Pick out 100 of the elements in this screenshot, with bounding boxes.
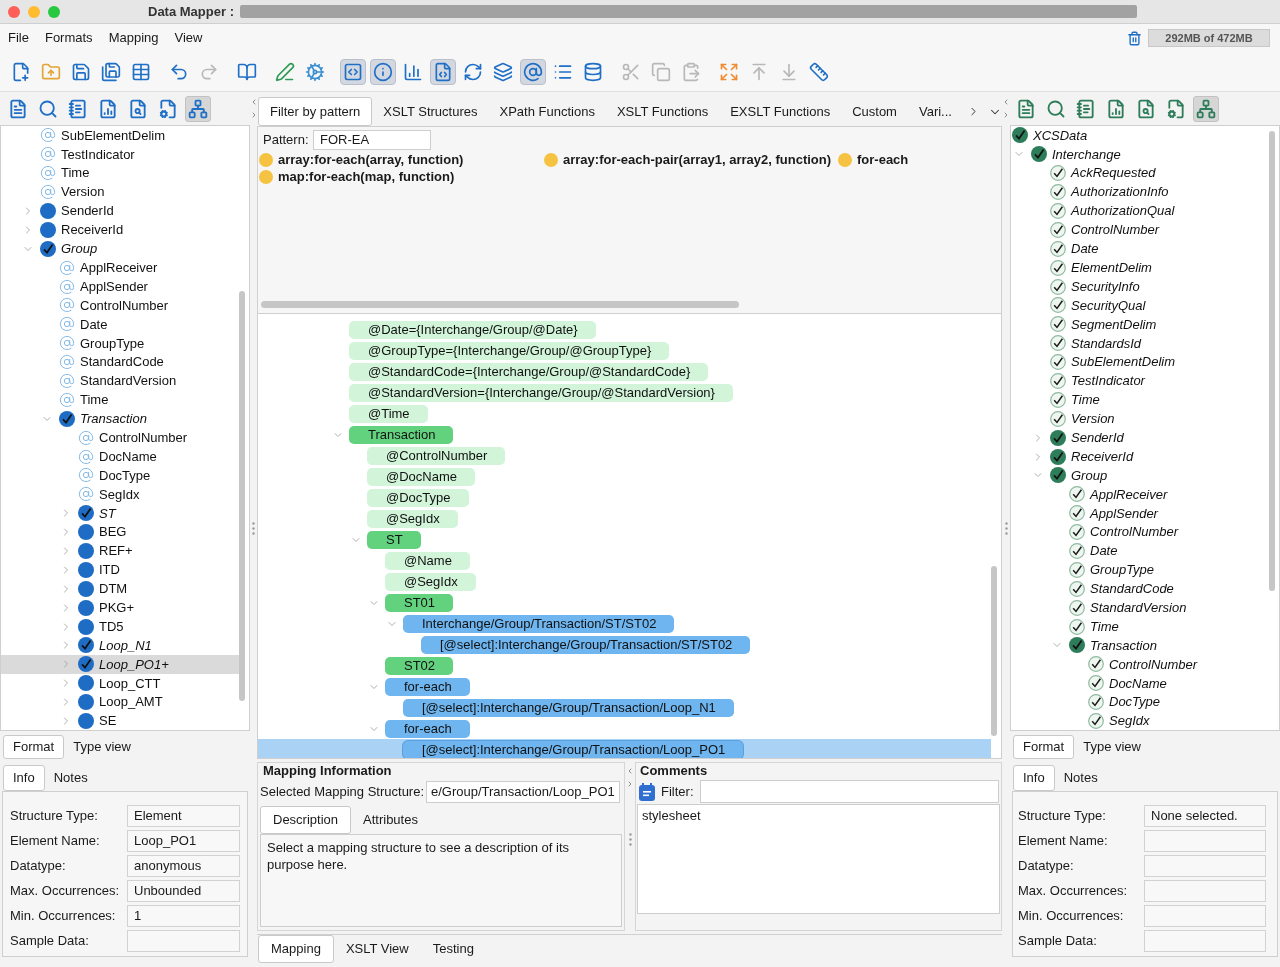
tree-item[interactable]: SecurityQual bbox=[1011, 296, 1269, 315]
tree-item[interactable]: Group bbox=[1, 239, 239, 259]
tree-item[interactable]: GroupType bbox=[1, 333, 239, 353]
tree-item[interactable]: Time bbox=[1, 163, 239, 183]
toolbar-button[interactable] bbox=[340, 58, 366, 85]
tree-item[interactable]: Date bbox=[1, 314, 239, 334]
tree-item[interactable]: ApplReceiver bbox=[1, 258, 239, 278]
minimize-icon[interactable] bbox=[28, 5, 40, 18]
text-field[interactable] bbox=[1144, 905, 1266, 927]
tree-item[interactable]: SenderId bbox=[1011, 428, 1269, 448]
tree-item[interactable]: ReceiverId bbox=[1011, 447, 1269, 467]
tree-item[interactable]: Group bbox=[1011, 466, 1269, 485]
tree-item[interactable]: Transaction bbox=[1, 409, 239, 429]
tree-item[interactable]: PKG+ bbox=[1, 598, 239, 618]
attribute-node[interactable]: @StandardCode={Interchange/Group/@StandardCode} bbox=[349, 362, 709, 381]
instruction-node[interactable]: [@select]:Interchange/Group/Transaction/Loop_N1 bbox=[403, 698, 734, 717]
tree-item[interactable]: SE bbox=[1, 711, 239, 730]
text-field[interactable]: e/Group/Transaction/Loop_PO1 bbox=[426, 781, 620, 803]
text-field[interactable]: None selected. bbox=[1144, 805, 1266, 827]
tab[interactable]: Info bbox=[1013, 765, 1055, 791]
menu-item[interactable]: Formats bbox=[36, 24, 101, 52]
tab[interactable]: Format bbox=[3, 735, 65, 759]
panel-tool-button[interactable] bbox=[185, 95, 211, 122]
tree-item[interactable]: BEG bbox=[1, 522, 239, 542]
text-field[interactable]: FOR-EA bbox=[313, 130, 431, 150]
tree-item[interactable]: SenderId bbox=[1, 201, 239, 221]
tree-item[interactable]: DocName bbox=[1011, 673, 1269, 693]
grip-icon[interactable] bbox=[1004, 522, 1008, 535]
tree-item[interactable]: DTM bbox=[1, 579, 239, 599]
tree-item[interactable]: Loop_PO1+ bbox=[1, 654, 239, 674]
tree-item[interactable]: GroupType bbox=[1011, 560, 1269, 580]
tree-item[interactable]: Loop_CTT bbox=[1, 673, 239, 693]
attribute-node[interactable]: @DocName bbox=[367, 467, 475, 486]
tree-item[interactable]: ControlNumber bbox=[1011, 654, 1269, 674]
text-field[interactable] bbox=[1144, 830, 1266, 852]
tab[interactable]: XSLT Functions bbox=[605, 97, 720, 126]
tree-item[interactable]: ControlNumber bbox=[1011, 522, 1269, 542]
tab[interactable]: Notes bbox=[44, 765, 97, 791]
tab[interactable]: Mapping bbox=[258, 935, 334, 963]
tree-item[interactable]: ApplSender bbox=[1, 277, 239, 296]
tree-item[interactable]: ITD bbox=[1, 560, 239, 580]
chevron-right-icon[interactable] bbox=[626, 779, 634, 789]
tab[interactable]: Info bbox=[3, 765, 45, 791]
instruction-node[interactable]: for-each bbox=[385, 677, 470, 696]
text-field[interactable] bbox=[127, 930, 240, 952]
function-list-item[interactable]: array:for-each-pair(array1, array2, function) bbox=[563, 149, 832, 170]
grip-icon[interactable] bbox=[628, 833, 632, 846]
tree-item[interactable]: ReceiverId bbox=[1, 220, 239, 240]
tree-item[interactable]: ElementDelim bbox=[1011, 258, 1269, 278]
trash-icon[interactable] bbox=[1127, 30, 1142, 46]
tree-item[interactable]: DocType bbox=[1011, 692, 1269, 712]
attribute-node[interactable]: @Date={Interchange/Group/@Date} bbox=[349, 320, 596, 339]
tree-item[interactable]: SubElementDelim bbox=[1, 126, 239, 145]
tree-item[interactable]: XCSData bbox=[1011, 126, 1269, 145]
tree-item[interactable]: REF+ bbox=[1, 541, 239, 561]
tab[interactable]: Description bbox=[260, 806, 352, 834]
text-field[interactable]: Unbounded bbox=[127, 880, 240, 902]
tree-item[interactable]: SegIdx bbox=[1011, 711, 1269, 730]
menu-item[interactable]: File bbox=[0, 24, 37, 52]
tree-item[interactable]: AuthorizationQual bbox=[1011, 201, 1269, 221]
tree-item[interactable]: StandardCode bbox=[1, 352, 239, 372]
toolbar-button[interactable] bbox=[520, 58, 546, 85]
instruction-node[interactable]: [@select]:Interchange/Group/Transaction/ST/ST02 bbox=[421, 635, 751, 654]
menu-item[interactable]: Mapping bbox=[100, 24, 167, 52]
instruction-node[interactable]: Interchange/Group/Transaction/ST/ST02 bbox=[403, 614, 675, 633]
text-field[interactable]: Loop_PO1 bbox=[127, 830, 240, 852]
tree-item[interactable]: ControlNumber bbox=[1, 296, 239, 315]
element-node[interactable]: ST bbox=[367, 530, 421, 549]
text-field[interactable]: Element bbox=[127, 805, 240, 827]
tree-item[interactable]: Time bbox=[1011, 617, 1269, 637]
tree-item[interactable]: Interchange bbox=[1011, 144, 1269, 164]
instruction-node[interactable]: [@select]:Interchange/Group/Transaction/Loop_PO1 bbox=[403, 740, 744, 758]
tab[interactable]: XSLT Structures bbox=[372, 97, 489, 126]
attribute-node[interactable]: @ControlNumber bbox=[367, 446, 506, 465]
text-field[interactable]: anonymous bbox=[127, 855, 240, 877]
grip-icon[interactable] bbox=[252, 522, 255, 535]
text-field[interactable] bbox=[1144, 880, 1266, 902]
tree-item[interactable]: DocName bbox=[1, 447, 239, 467]
text-field[interactable] bbox=[1144, 855, 1266, 877]
tab[interactable]: EXSLT Functions bbox=[719, 97, 842, 126]
maximize-icon[interactable] bbox=[48, 5, 60, 18]
chevron-right-icon[interactable] bbox=[1002, 110, 1010, 120]
tab[interactable]: XPath Functions bbox=[488, 97, 606, 126]
tab[interactable]: Filter by pattern bbox=[258, 97, 373, 126]
tree-item[interactable]: ControlNumber bbox=[1011, 220, 1269, 240]
tree-item[interactable]: Loop_AMT bbox=[1, 692, 239, 712]
chevron-left-icon[interactable] bbox=[1002, 97, 1010, 107]
tab[interactable]: XSLT View bbox=[333, 935, 421, 963]
chevron-left-icon[interactable] bbox=[626, 766, 634, 776]
tab[interactable]: Notes bbox=[1054, 765, 1107, 791]
tree-item[interactable]: Loop_N1 bbox=[1, 636, 239, 655]
tree-item[interactable]: Time bbox=[1011, 390, 1269, 410]
tree-item[interactable]: StandardVersion bbox=[1011, 598, 1269, 618]
tree-item[interactable]: TD5 bbox=[1, 617, 239, 637]
menu-item[interactable]: View bbox=[166, 24, 211, 52]
attribute-node[interactable]: @GroupType={Interchange/Group/@GroupType} bbox=[349, 341, 670, 360]
tree-item[interactable]: SegIdx bbox=[1, 484, 239, 504]
instruction-node[interactable]: for-each bbox=[385, 719, 470, 738]
toolbar-button[interactable] bbox=[370, 58, 396, 85]
tab[interactable]: Type view bbox=[1074, 735, 1150, 759]
